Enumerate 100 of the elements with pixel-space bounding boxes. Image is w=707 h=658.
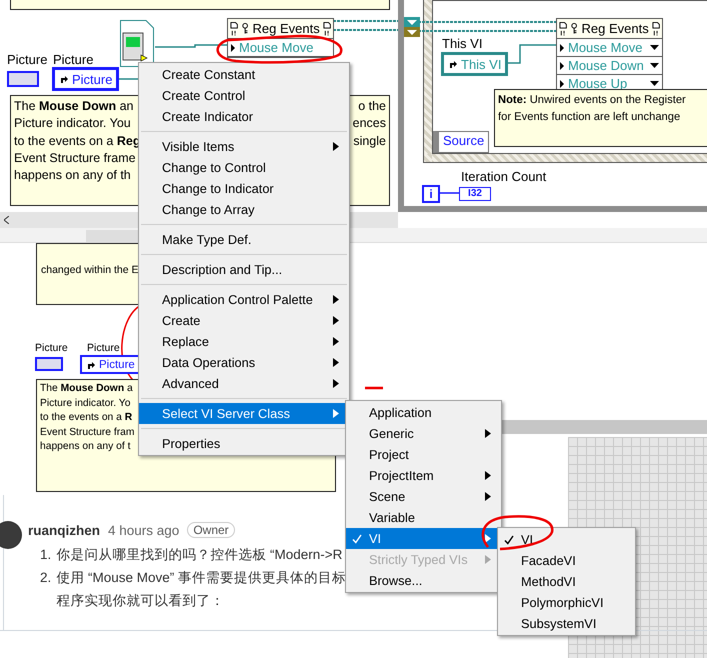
terminal-icon (559, 20, 568, 36)
submenu-arrow-icon (333, 337, 339, 346)
note-text: happens on any of t (40, 440, 130, 454)
menu-item[interactable]: Data Operations (139, 352, 349, 373)
submenu-arrow-icon (333, 295, 339, 304)
picture-indicator-terminal (35, 357, 63, 371)
note-text: o the (357, 98, 386, 115)
list-number: 1. (40, 546, 52, 564)
wire (332, 20, 399, 31)
submenu-arrow-icon (485, 429, 491, 438)
picture-indicator-terminal (7, 71, 39, 87)
reference-terminal: This VI (441, 52, 508, 76)
reference-arrow-icon (59, 74, 69, 84)
list-number: 2. (40, 569, 52, 587)
note-text: single (352, 132, 386, 150)
event-name: Mouse Move (239, 40, 314, 55)
event-name: Mouse Move (568, 40, 644, 55)
author-name[interactable]: ruanqizhen (28, 522, 100, 538)
submenu-arrow-icon (333, 316, 339, 325)
menu-item[interactable]: MethodVI (498, 571, 635, 592)
menu-item[interactable]: Project (346, 444, 501, 465)
shift-register-icon (404, 17, 420, 37)
note-text: Note: Unwired events on the Register (498, 93, 687, 108)
reference-terminal: Picture (52, 67, 120, 91)
menu-item[interactable]: Replace (139, 331, 349, 352)
menu-item[interactable]: Create Constant (139, 64, 349, 85)
wire (438, 192, 459, 194)
loop-iteration-terminal: i (422, 185, 440, 203)
menu-item[interactable]: Description and Tip... (139, 259, 349, 280)
menu-item[interactable]: Make Type Def. (139, 229, 349, 250)
indicator-label: Picture (7, 52, 48, 67)
menu-item[interactable]: Application Control Palette (139, 289, 349, 310)
dropdown-arrow-icon[interactable] (650, 63, 659, 68)
submenu-arrow-icon (485, 534, 491, 543)
comment-text: 程序实现你就可以看到了： (56, 592, 226, 610)
note-text: Event Structure frame (14, 150, 137, 167)
submenu-arrow-icon (485, 492, 491, 501)
menu-item[interactable]: Create (139, 310, 349, 331)
reference-arrow-icon (86, 360, 96, 370)
key-icon (570, 22, 579, 35)
expand-arrow-icon (560, 62, 564, 70)
menu-item[interactable]: Change to Control (139, 157, 349, 178)
menu-item[interactable]: Change to Indicator (139, 178, 349, 199)
submenu-arrow-icon (333, 358, 339, 367)
dropdown-arrow-icon[interactable] (650, 81, 659, 86)
timestamp[interactable]: 4 hours ago (108, 522, 180, 538)
reference-terminal: Picture (80, 355, 141, 374)
avatar (0, 521, 22, 549)
menu-item[interactable]: Properties (139, 433, 349, 454)
expand-arrow-icon (560, 44, 564, 52)
menu-item[interactable]: Advanced (139, 373, 349, 394)
indicator-label: Picture (35, 342, 68, 354)
menu-item[interactable]: PolymorphicVI (498, 592, 635, 613)
menu-item[interactable]: FacadeVI (498, 550, 635, 571)
menu-item[interactable]: Visible Items (139, 136, 349, 157)
reference-arrow-icon (448, 59, 458, 69)
expand-arrow-icon (560, 80, 564, 88)
menu-item[interactable]: Variable (346, 507, 501, 528)
reference-label: Picture (53, 52, 94, 67)
menu-item[interactable]: ProjectItem (346, 465, 501, 486)
note-text: happens on any of th (14, 167, 132, 184)
note-text: The Mouse Down a (40, 382, 133, 396)
event-name: Mouse Down (568, 58, 645, 73)
note-text: to the events on a R (40, 411, 132, 425)
terminal-icon (322, 20, 331, 36)
menu-item[interactable]: Change to Array (139, 199, 349, 220)
note-text: Event Structure fram (40, 426, 134, 440)
check-icon (352, 534, 362, 544)
expand-arrow-icon (231, 44, 235, 52)
menu-item[interactable]: Create Indicator (139, 106, 349, 127)
event-data-field: Source (439, 132, 488, 152)
submenu-arrow-icon (485, 471, 491, 480)
terminal-icon (652, 20, 660, 36)
menu-item[interactable]: Create Control (139, 85, 349, 106)
key-icon (241, 22, 250, 35)
menu-item[interactable]: Browse... (346, 570, 501, 591)
terminal-icon (230, 20, 238, 36)
numeric-indicator-terminal: I32 (459, 187, 491, 201)
note-text: The Mouse Down an (14, 98, 134, 115)
reference-label: This VI (442, 36, 482, 51)
role-badge: Owner (187, 522, 235, 538)
note-text: for Events function are left unchange (498, 110, 682, 126)
dropdown-arrow-icon[interactable] (650, 45, 659, 50)
submenu-arrow-icon (333, 379, 339, 388)
menu-item[interactable]: VI (498, 529, 635, 550)
node-title: Reg Events (252, 21, 320, 36)
menu-item[interactable]: Scene (346, 486, 501, 507)
scroll-left-icon[interactable] (4, 216, 9, 224)
menu-item[interactable]: Generic (346, 423, 501, 444)
note-text: Picture indicator. Yo (40, 396, 130, 410)
note-text: Picture indicator. You (14, 115, 132, 132)
indicator-label: Iteration Count (461, 169, 546, 184)
note-text: ences (352, 115, 386, 132)
reference-label: Picture (87, 342, 120, 354)
menu-item[interactable]: Application (346, 402, 501, 423)
vi-icon (120, 20, 154, 67)
note-text: changed within the E (41, 264, 138, 278)
annotation-mark (365, 386, 383, 390)
menu-item[interactable]: SubsystemVI (498, 613, 635, 634)
submenu-arrow-icon (333, 409, 339, 418)
